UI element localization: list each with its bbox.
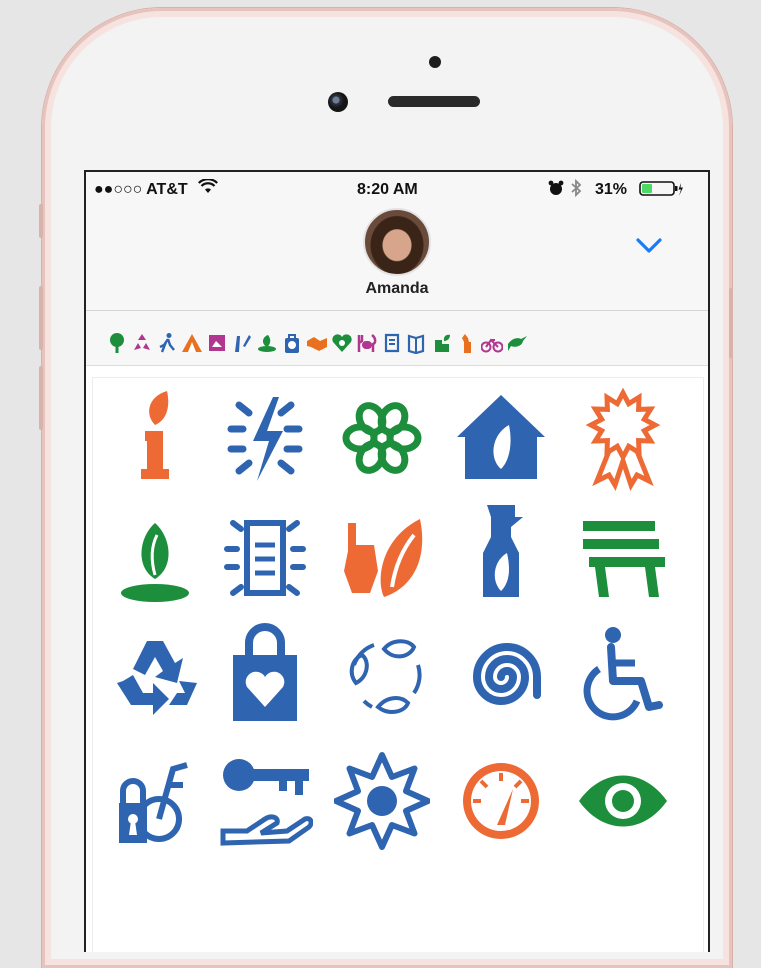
spray-bottle-leaf-icon[interactable] — [453, 500, 549, 612]
key-hand-icon[interactable] — [217, 744, 313, 856]
book-icon[interactable] — [406, 331, 428, 355]
clock: 8:20 AM — [357, 181, 418, 198]
tree-icon[interactable] — [106, 331, 128, 355]
battery-percent: 31% — [595, 181, 628, 198]
alarm-icon — [548, 180, 564, 201]
chevron-down-icon[interactable] — [634, 234, 664, 256]
leaf-house-icon[interactable] — [453, 382, 549, 494]
mute-switch — [39, 204, 43, 238]
park-bench-icon[interactable] — [575, 500, 671, 612]
phone-screen: ●●○○○ AT&T 8:20 AM 31% Amanda — [84, 170, 710, 952]
status-bar: ●●○○○ AT&T 8:20 AM 31% — [86, 172, 708, 206]
runner-icon[interactable] — [156, 331, 178, 355]
hand-leaf-icon[interactable] — [256, 331, 278, 355]
contact-name[interactable]: Amanda — [86, 280, 708, 298]
heart-shopping-bag-icon[interactable] — [217, 620, 313, 732]
document-glow-icon[interactable] — [217, 500, 313, 612]
carrier-label: ●●○○○ AT&T — [94, 181, 188, 198]
bluetooth-icon — [570, 178, 582, 202]
sticker-app-strip — [86, 311, 708, 366]
front-camera — [328, 92, 348, 112]
bag-icon[interactable] — [281, 331, 303, 355]
proximity-sensor — [429, 56, 441, 68]
paintbrush-icon[interactable] — [231, 331, 253, 355]
wifi-icon — [198, 178, 218, 200]
bird-icon[interactable] — [506, 331, 528, 355]
bicycle-icon[interactable] — [481, 331, 503, 355]
sticker-grid — [92, 377, 704, 952]
dining-icon[interactable] — [356, 331, 378, 355]
statue-of-liberty-icon[interactable] — [456, 331, 478, 355]
speedometer-icon[interactable] — [453, 744, 549, 856]
scroll-icon[interactable] — [381, 331, 403, 355]
recycle-arrows-icon[interactable] — [107, 620, 203, 732]
conversation-header: Amanda — [86, 206, 708, 311]
heart-flower-icon[interactable] — [331, 331, 353, 355]
info-leaf-icon[interactable] — [107, 382, 203, 494]
handshake-icon[interactable] — [306, 331, 328, 355]
bike-lock-icon[interactable] — [107, 744, 203, 856]
power-button — [729, 288, 733, 358]
photo-icon[interactable] — [206, 331, 228, 355]
energy-bolt-icon[interactable] — [217, 382, 313, 494]
volume-up-button — [39, 286, 43, 350]
spiral-icon[interactable] — [453, 620, 549, 732]
earpiece-speaker — [388, 96, 480, 107]
award-ribbon-icon[interactable] — [575, 382, 671, 494]
hand-leaf-pledge-icon[interactable] — [334, 500, 430, 612]
contact-avatar[interactable] — [363, 208, 431, 276]
planting-icon[interactable] — [431, 331, 453, 355]
recycle-icon[interactable] — [131, 331, 153, 355]
eye-icon[interactable] — [575, 744, 671, 856]
wheelchair-icon[interactable] — [575, 620, 671, 732]
sun-burst-icon[interactable] — [334, 744, 430, 856]
camping-tent-icon[interactable] — [181, 331, 203, 355]
volume-down-button — [39, 366, 43, 430]
leaf-cycle-icon[interactable] — [334, 620, 430, 732]
battery-icon — [639, 181, 683, 202]
sprout-icon[interactable] — [107, 500, 203, 612]
flower-icon[interactable] — [334, 382, 430, 494]
